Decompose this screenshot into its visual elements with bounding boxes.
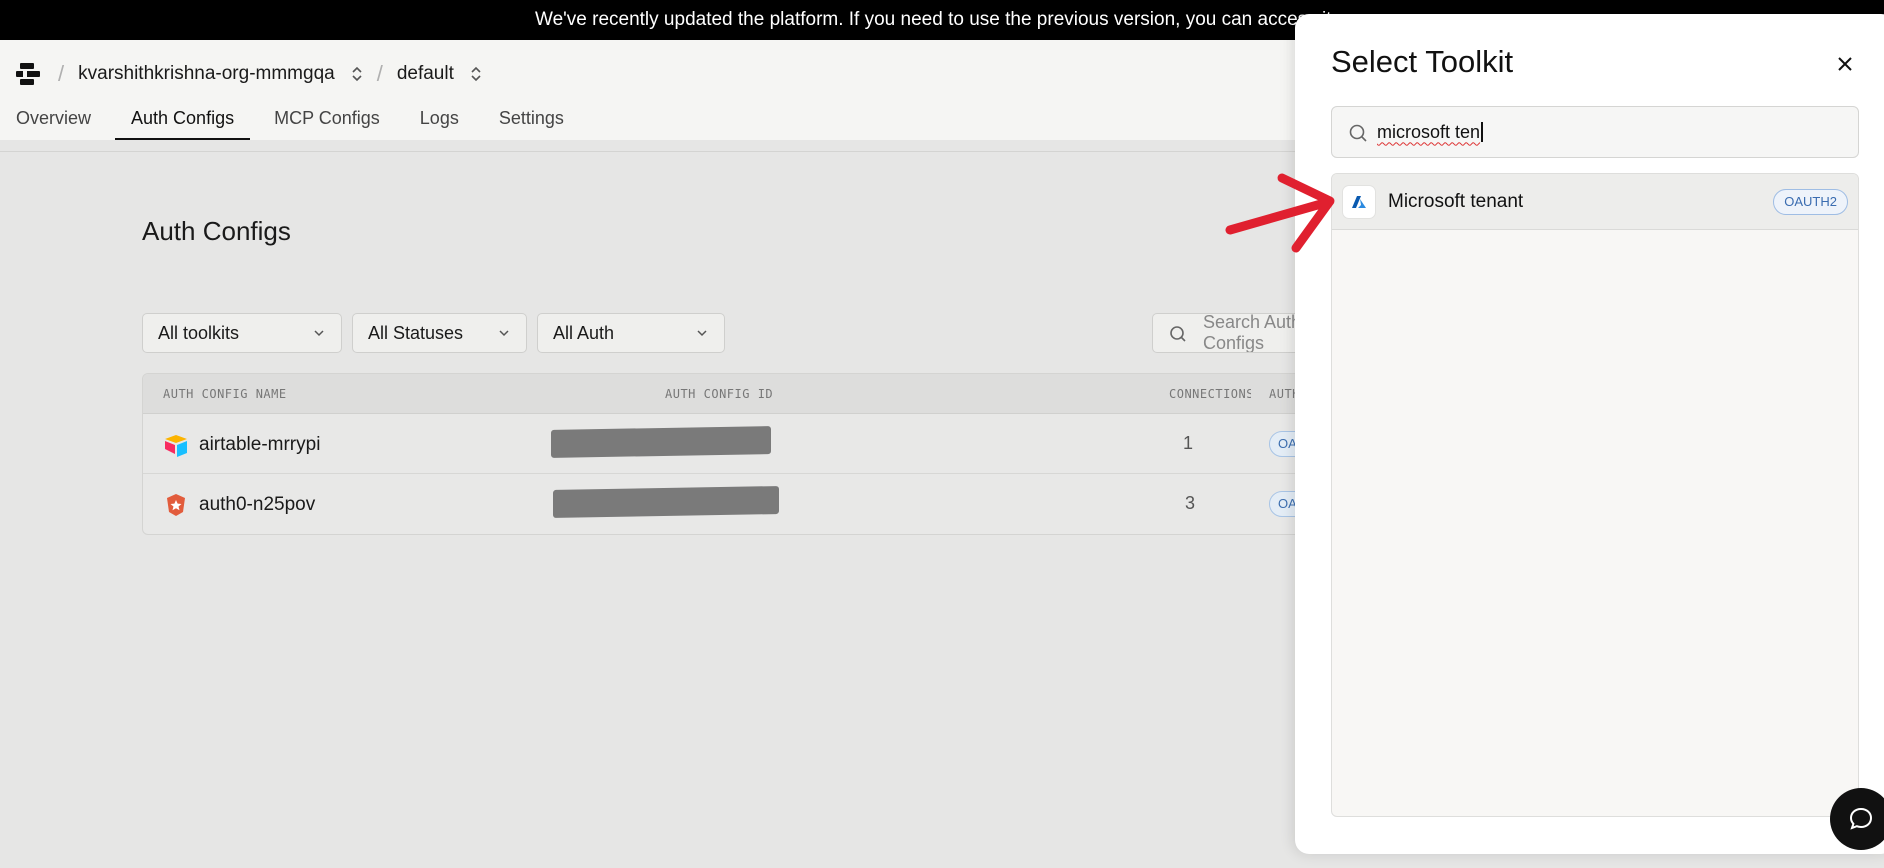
connection-count: 3 bbox=[1185, 493, 1196, 513]
search-icon bbox=[1349, 124, 1367, 142]
chat-bubble-icon bbox=[1849, 807, 1873, 830]
airtable-icon bbox=[165, 435, 187, 457]
toolkit-results-list: Microsoft tenant OAUTH2 bbox=[1331, 173, 1859, 817]
chevron-down-icon bbox=[499, 330, 509, 337]
close-icon bbox=[1838, 57, 1852, 71]
close-button[interactable] bbox=[1831, 50, 1859, 78]
column-header-id: AUTH CONFIG ID bbox=[665, 387, 774, 401]
chevron-down-icon bbox=[697, 330, 707, 337]
connection-count: 1 bbox=[1183, 433, 1194, 453]
tab-auth-configs[interactable]: Auth Configs bbox=[115, 100, 251, 140]
auth-config-name[interactable]: auth0-n25pov bbox=[199, 494, 315, 516]
project-name: default bbox=[396, 63, 454, 84]
tab-mcp-configs[interactable]: MCP Configs bbox=[258, 100, 396, 140]
toolkit-search-input[interactable]: microsoft ten bbox=[1331, 106, 1859, 158]
redacted-id bbox=[553, 486, 779, 518]
toolkit-filter-label: All toolkits bbox=[158, 322, 240, 343]
azure-icon bbox=[1342, 185, 1376, 219]
auth-configs-table: AUTH CONFIG NAME AUTH CONFIG ID CONNECTI… bbox=[142, 373, 1362, 535]
panel-title: Select Toolkit bbox=[1331, 44, 1514, 79]
search-icon bbox=[1170, 326, 1186, 342]
annotation-arrow-icon bbox=[1225, 173, 1335, 253]
table-row[interactable]: auth0-n25pov 3 OAUTH2 bbox=[143, 474, 1361, 534]
table-header: AUTH CONFIG NAME AUTH CONFIG ID CONNECTI… bbox=[143, 374, 1361, 414]
auth0-icon bbox=[167, 494, 185, 516]
breadcrumb-separator: / bbox=[376, 61, 383, 86]
tab-logs[interactable]: Logs bbox=[404, 100, 475, 140]
table-row[interactable]: airtable-mrrypi 1 OAUTH2 bbox=[143, 414, 1361, 474]
toolkit-result-item[interactable]: Microsoft tenant OAUTH2 bbox=[1332, 174, 1858, 230]
breadcrumb: / kvarshithkrishna-org-mmmgqa / default bbox=[14, 52, 496, 96]
select-toolkit-panel: Select Toolkit microsoft ten Microsoft t… bbox=[1295, 14, 1884, 854]
toolkit-result-name: Microsoft tenant bbox=[1388, 190, 1524, 212]
auth-config-name[interactable]: airtable-mrrypi bbox=[199, 434, 320, 456]
org-name: kvarshithkrishna-org-mmmgqa bbox=[78, 63, 335, 84]
toolkit-auth-badge: OAUTH2 bbox=[1773, 189, 1848, 215]
org-switcher[interactable]: kvarshithkrishna-org-mmmgqa bbox=[78, 63, 363, 85]
toolkit-search-value: microsoft ten bbox=[1377, 121, 1481, 142]
row-name-cell: airtable-mrrypi bbox=[163, 432, 320, 458]
chevron-down-icon bbox=[314, 330, 324, 337]
tab-settings[interactable]: Settings bbox=[483, 100, 580, 140]
breadcrumb-separator: / bbox=[58, 61, 65, 86]
tab-overview[interactable]: Overview bbox=[0, 100, 107, 140]
row-name-cell: auth0-n25pov bbox=[163, 492, 315, 518]
chat-button[interactable] bbox=[1830, 788, 1884, 850]
column-header-connections: CONNECTIONS bbox=[1169, 387, 1251, 401]
main-tabs: Overview Auth Configs MCP Configs Logs S… bbox=[0, 100, 588, 140]
status-filter-label: All Statuses bbox=[368, 322, 464, 343]
column-header-name: AUTH CONFIG NAME bbox=[163, 387, 287, 401]
toolkit-filter[interactable]: All toolkits bbox=[142, 313, 342, 353]
page-title: Auth Configs bbox=[142, 216, 291, 246]
auth-filter-label: All Auth bbox=[553, 322, 615, 343]
text-cursor bbox=[1481, 122, 1483, 142]
redacted-id bbox=[551, 426, 771, 458]
app-logo-icon[interactable] bbox=[14, 60, 42, 88]
status-filter[interactable]: All Statuses bbox=[352, 313, 527, 353]
chevron-updown-icon bbox=[471, 66, 481, 82]
banner-text: We've recently updated the platform. If … bbox=[535, 9, 1332, 30]
auth-filter[interactable]: All Auth bbox=[537, 313, 725, 353]
chevron-updown-icon bbox=[352, 66, 362, 82]
project-switcher[interactable]: default bbox=[397, 63, 482, 85]
